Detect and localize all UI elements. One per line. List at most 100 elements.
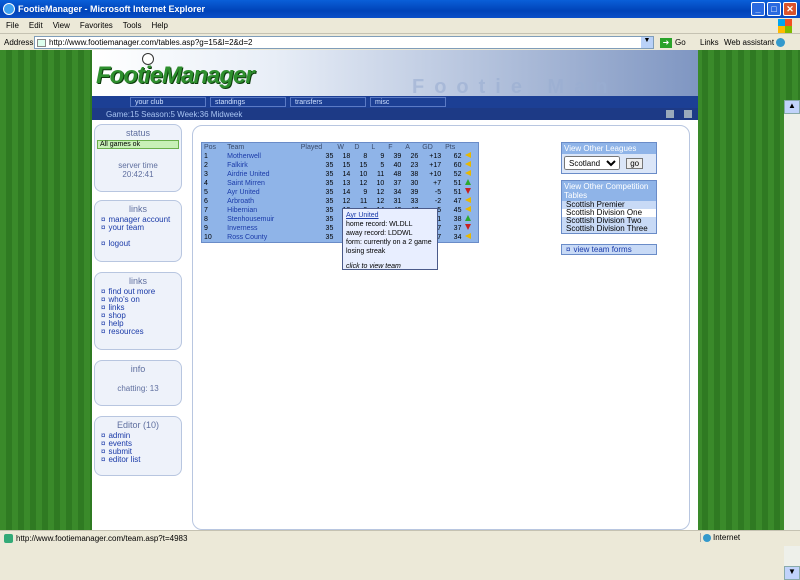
- team-cell[interactable]: Ayr United: [225, 188, 299, 197]
- site-logo[interactable]: FootieManager: [96, 62, 255, 90]
- web-assistant-button[interactable]: Web assistant: [724, 38, 786, 48]
- comp-scottish-division-three[interactable]: Scottish Division Three: [562, 225, 656, 233]
- minimize-button[interactable]: _: [751, 2, 765, 16]
- page-viewport: FootieManager Footie Man your club stand…: [0, 50, 800, 580]
- tooltip-form-2: losing streak: [346, 248, 386, 255]
- game-status-bar: Game:15 Season:5 Week:36 Midweek: [92, 108, 698, 120]
- team-cell[interactable]: Falkirk: [225, 161, 299, 170]
- pos-cell: 4: [204, 179, 208, 187]
- team-cell[interactable]: Inverness: [225, 224, 299, 233]
- links-box-1: links ¤ manager account ¤ your team ¤ logou…: [94, 200, 182, 262]
- d-cell: 9: [363, 188, 368, 196]
- d-cell: 15: [359, 161, 368, 169]
- scroll-down-icon[interactable]: ▼: [784, 566, 800, 580]
- table-row: 6 Arbroath 35 12 11 12 31 33 -2 47: [202, 197, 478, 206]
- l-cell: 10: [376, 179, 385, 187]
- a-cell: 23: [410, 161, 419, 169]
- trend-same-icon: [465, 197, 472, 203]
- l-cell: 5: [380, 161, 385, 169]
- note-icon[interactable]: [684, 110, 692, 118]
- a-cell: 30: [410, 179, 419, 187]
- trend-same-icon: [465, 152, 472, 158]
- l-cell: 12: [376, 197, 385, 205]
- menu-help[interactable]: Help: [151, 21, 167, 30]
- go-button[interactable]: ➜ Go: [660, 38, 686, 48]
- team-cell[interactable]: Saint Mirren: [225, 179, 299, 188]
- speaker-icon[interactable]: [666, 110, 674, 118]
- tooltip-click-hint: click to view team: [346, 263, 401, 270]
- editor-box: Editor (10) ¤ admin ¤ events ¤ submit ¤ edit…: [94, 416, 182, 476]
- team-cell[interactable]: Arbroath: [225, 197, 299, 206]
- link-your-team[interactable]: ¤ your team: [101, 224, 181, 232]
- league-select[interactable]: Scotland: [564, 156, 620, 170]
- league-go-button[interactable]: go: [626, 157, 644, 169]
- trend-same-icon: [465, 206, 472, 212]
- nav-transfers[interactable]: transfers: [290, 97, 366, 107]
- played-cell: 35: [325, 233, 334, 241]
- editor-title: Editor (10): [116, 420, 160, 430]
- menu-file[interactable]: File: [6, 21, 19, 30]
- trend-same-icon: [465, 170, 472, 176]
- col-pos: Pos: [204, 144, 217, 151]
- menu-favorites[interactable]: Favorites: [80, 21, 113, 30]
- pos-cell: 3: [204, 170, 208, 178]
- l-cell: 11: [377, 170, 385, 178]
- link-resources[interactable]: ¤ resources: [101, 328, 181, 336]
- pts-cell: 47: [453, 197, 462, 205]
- table-row: 4 Saint Mirren 35 13 12 10 37 30 +7 51: [202, 179, 478, 188]
- menu-view[interactable]: View: [53, 21, 70, 30]
- maximize-button[interactable]: □: [767, 2, 781, 16]
- d-cell: 10: [359, 170, 368, 178]
- played-cell: 35: [325, 215, 334, 223]
- col-d: D: [354, 144, 360, 151]
- link-editor-list[interactable]: ¤ editor list: [101, 456, 181, 464]
- pos-cell: 1: [204, 152, 208, 160]
- site-content: FootieManager Footie Man your club stand…: [92, 50, 698, 530]
- d-cell: 11: [360, 197, 368, 205]
- col-a: A: [405, 144, 410, 151]
- pts-cell: 60: [453, 161, 462, 169]
- team-cell[interactable]: Airdrie United: [225, 170, 299, 179]
- go-arrow-icon: ➜: [660, 38, 672, 48]
- pos-cell: 6: [204, 197, 208, 205]
- menu-tools[interactable]: Tools: [123, 21, 142, 30]
- menu-edit[interactable]: Edit: [29, 21, 43, 30]
- nav-your-club[interactable]: your club: [130, 97, 206, 107]
- team-cell[interactable]: Hibernian: [225, 206, 299, 215]
- played-cell: 35: [325, 179, 334, 187]
- team-tooltip: Ayr United home record: WLDLL away recor…: [342, 208, 438, 270]
- view-team-forms-link[interactable]: ¤ view team forms: [561, 244, 657, 255]
- nav-misc[interactable]: misc: [370, 97, 446, 107]
- leagues-title: View Other Leagues: [562, 143, 656, 154]
- played-cell: 35: [325, 206, 334, 214]
- links-title-2: links: [128, 276, 147, 286]
- server-time-label: server time: [118, 161, 158, 170]
- f-cell: 31: [393, 197, 402, 205]
- info-box: info chatting: 13: [94, 360, 182, 406]
- w-cell: 14: [342, 170, 351, 178]
- team-cell[interactable]: Motherwell: [225, 152, 299, 161]
- team-cell[interactable]: Stenhousemuir: [225, 215, 299, 224]
- address-input[interactable]: http://www.footiemanager.com/tables.asp?…: [34, 36, 654, 49]
- game-status-text: Game:15 Season:5 Week:36 Midweek: [106, 110, 243, 119]
- address-dropdown-icon[interactable]: ▼: [641, 37, 653, 48]
- address-bar: Address http://www.footiemanager.com/tab…: [0, 34, 800, 50]
- scroll-up-icon[interactable]: ▲: [784, 100, 800, 114]
- site-nav: your club standings transfers misc: [92, 96, 698, 108]
- vertical-scrollbar[interactable]: ▲ ▼: [784, 100, 800, 580]
- tooltip-team-name[interactable]: Ayr United: [346, 211, 434, 220]
- w-cell: 13: [342, 179, 351, 187]
- col-played: Played: [300, 144, 323, 151]
- a-cell: 26: [410, 152, 419, 160]
- page-icon: [37, 39, 46, 47]
- logout-link[interactable]: ¤ logout: [101, 240, 181, 248]
- links-button[interactable]: Links: [700, 38, 719, 47]
- chatting-count: chatting: 13: [117, 384, 159, 393]
- trend-same-icon: [465, 233, 472, 239]
- close-button[interactable]: ✕: [783, 2, 797, 16]
- status-title: status: [125, 128, 150, 138]
- status-ok-bar: All games ok: [97, 140, 179, 149]
- nav-standings[interactable]: standings: [210, 97, 286, 107]
- col-gd: GD: [422, 144, 433, 151]
- team-cell[interactable]: Ross County: [225, 233, 299, 242]
